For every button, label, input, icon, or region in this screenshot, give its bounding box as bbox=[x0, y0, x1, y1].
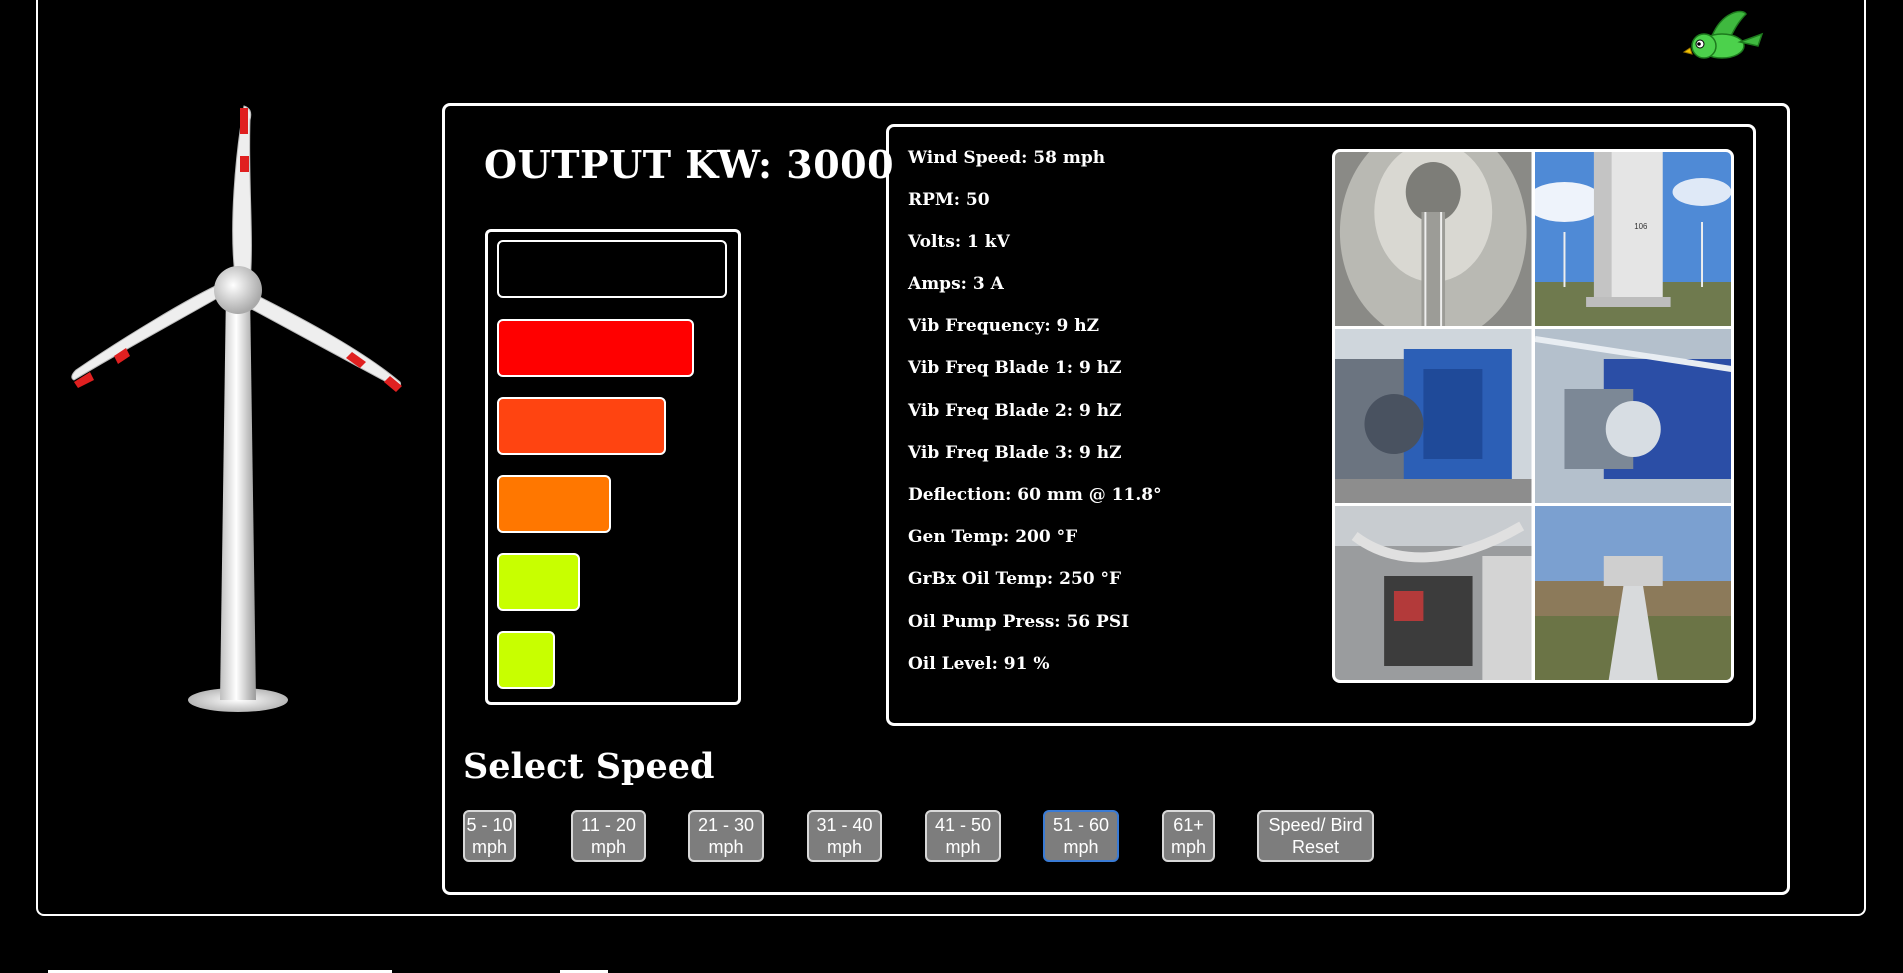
readout-deflection: Deflection: 60 mm @ 11.8° bbox=[908, 485, 1162, 505]
readout-grbx-oil-temp: GrBx Oil Temp: 250 °F bbox=[908, 569, 1122, 589]
speed-button-41-50[interactable]: 41 - 50 mph bbox=[925, 810, 1001, 862]
readout-oil-level: Oil Level: 91 % bbox=[908, 654, 1050, 674]
readout-vib-blade-2: Vib Freq Blade 2: 9 hZ bbox=[908, 401, 1122, 421]
meter-bar bbox=[497, 319, 694, 377]
speed-button-label: 5 - 10 bbox=[466, 815, 513, 835]
speed-button-unit: mph bbox=[945, 837, 981, 857]
readout-vib-frequency: Vib Frequency: 9 hZ bbox=[908, 316, 1100, 336]
readout-vib-blade-3: Vib Freq Blade 3: 9 hZ bbox=[908, 443, 1122, 463]
photo-nacelle-electrical bbox=[1335, 506, 1532, 680]
meter-bar bbox=[497, 240, 727, 298]
meter-bar bbox=[497, 475, 611, 533]
readout-rpm: RPM: 50 bbox=[908, 190, 990, 210]
speed-button-unit: mph bbox=[1170, 837, 1206, 857]
speed-button-label: 21 - 30 bbox=[697, 815, 755, 835]
speed-button-unit: mph bbox=[708, 837, 744, 857]
wind-turbine-image bbox=[71, 105, 402, 712]
speed-bird-reset-button[interactable]: Speed/ Bird Reset bbox=[1257, 810, 1374, 862]
speed-button-unit: mph bbox=[1063, 837, 1099, 857]
speed-button-unit: mph bbox=[471, 837, 507, 857]
speed-button-label: Speed/ Bird bbox=[1268, 815, 1363, 835]
speed-button-label: 11 - 20 bbox=[581, 815, 636, 835]
readout-amps: Amps: 3 A bbox=[908, 274, 1004, 294]
speed-button-label: 61+ bbox=[1173, 815, 1204, 835]
tower-number-label: 106 bbox=[1634, 222, 1648, 231]
speed-button-label: 51 - 60 bbox=[1052, 815, 1110, 835]
speed-button-unit: mph bbox=[826, 837, 862, 857]
speed-button-11-20[interactable]: 11 - 20 mph bbox=[571, 810, 646, 862]
photo-tower-base: 106 bbox=[1534, 152, 1731, 326]
speed-button-31-40[interactable]: 31 - 40 mph bbox=[807, 810, 882, 862]
readout-volts: Volts: 1 kV bbox=[908, 232, 1010, 252]
speed-button-label: 31 - 40 bbox=[816, 815, 873, 835]
speed-button-unit: Reset bbox=[1291, 837, 1340, 857]
photo-nacelle-machinery-1 bbox=[1335, 329, 1532, 503]
meter-bar bbox=[497, 397, 666, 455]
output-kw-label: OUTPUT KW: 3000 bbox=[484, 142, 895, 187]
select-speed-title: Select Speed bbox=[463, 746, 715, 787]
speed-button-61-plus[interactable]: 61+ mph bbox=[1162, 810, 1215, 862]
readout-gen-temp: Gen Temp: 200 °F bbox=[908, 527, 1078, 547]
readout-wind-speed: Wind Speed: 58 mph bbox=[908, 148, 1106, 168]
speed-button-5-10[interactable]: 5 - 10 mph bbox=[463, 810, 516, 862]
photo-nacelle-top-view bbox=[1534, 506, 1731, 680]
photo-nacelle-machinery-2 bbox=[1534, 329, 1731, 503]
speed-button-51-60[interactable]: 51 - 60 mph bbox=[1043, 810, 1119, 862]
readout-oil-pump-press: Oil Pump Press: 56 PSI bbox=[908, 612, 1130, 632]
readout-vib-blade-1: Vib Freq Blade 1: 9 hZ bbox=[908, 358, 1122, 378]
meter-bar bbox=[497, 631, 555, 689]
photo-grid: 106 bbox=[1332, 149, 1734, 683]
speed-button-unit: mph bbox=[590, 837, 626, 857]
meter-bar bbox=[497, 553, 580, 611]
photo-tower-interior bbox=[1335, 152, 1532, 326]
bird-icon bbox=[1682, 10, 1764, 59]
speed-button-label: 41 - 50 bbox=[934, 815, 992, 835]
speed-button-21-30[interactable]: 21 - 30 mph bbox=[688, 810, 764, 862]
